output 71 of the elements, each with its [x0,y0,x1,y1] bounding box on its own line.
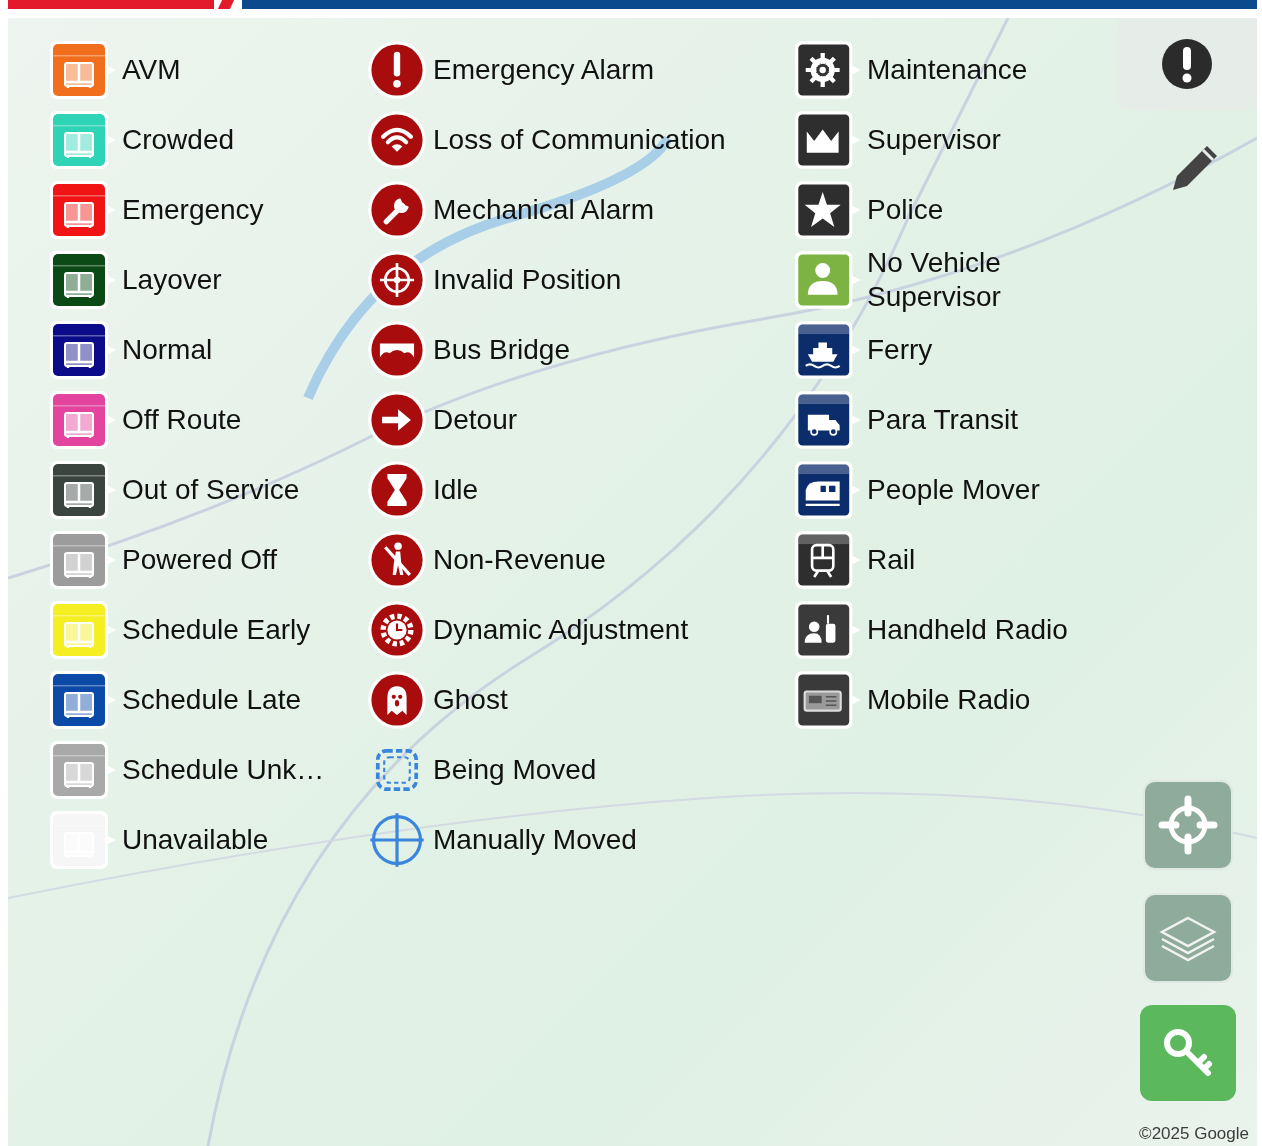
legend-label: Mechanical Alarm [433,193,654,227]
legend-label: Manually Moved [433,823,637,857]
bus-marker-icon [48,668,118,732]
legend-label: People Mover [867,473,1040,507]
legend-label: Being Moved [433,753,597,787]
legend-label: Para Transit [867,403,1018,437]
legend-label: Layover [122,263,222,297]
legend-label: Dynamic Adjustment [433,613,689,647]
walker-icon [365,528,429,592]
crosshair-icon [365,248,429,312]
ghost-icon [365,668,429,732]
header-stripe-accent [217,0,235,9]
legend-label: Bus Bridge [433,333,570,367]
map-placeholder[interactable] [8,18,1257,1146]
legend-label: Out of Service [122,473,300,507]
alert-button[interactable] [1117,18,1257,110]
legend-label: Mobile Radio [867,683,1031,717]
legend-label: Loss of Communication [433,123,726,157]
bus-marker-icon [48,108,118,172]
bus-marker-icon [48,318,118,382]
legend-label: Detour [433,403,518,437]
bus-marker-icon [48,528,118,592]
bus-marker-icon [48,598,118,662]
legend-label: Invalid Position [433,263,622,297]
crosshair-icon [1156,793,1220,857]
legend-label: No Vehicle Supervisor [867,246,1002,314]
legend-label: Ghost [433,683,508,717]
bus-marker-icon [48,738,118,802]
legend-label: Powered Off [122,543,278,577]
legend-label: Rail [867,543,916,577]
legend-label: Unavailable [122,823,269,857]
wifi-icon [365,108,429,172]
legend-label: Normal [122,333,213,367]
handheld-radio-icon [793,598,863,662]
map-attribution: ©2025 Google [1139,1124,1249,1144]
legend-label: Emergency [122,193,264,227]
bus-marker-icon [48,248,118,312]
legend-label: AVM [122,53,181,87]
star-icon [793,178,863,242]
legend-label: Crowded [122,123,235,157]
legend-label: Supervisor [867,123,1001,157]
legend-label: Police [867,193,944,227]
bus-marker-icon [48,458,118,522]
ferry-icon [793,318,863,382]
crown-icon [793,108,863,172]
hourglass-icon [365,458,429,522]
radio-icon [793,668,863,732]
train-icon [793,528,863,592]
bridge-icon [365,318,429,382]
legend-label: Non-Revenue [433,543,606,577]
legend-label: Off Route [122,403,242,437]
wrench-icon [365,178,429,242]
van-icon [793,388,863,452]
legend-label: Maintenance [867,53,1028,87]
gear-clock-icon [365,598,429,662]
exclamation-icon [365,38,429,102]
bus-marker-icon [48,178,118,242]
legend-label: Ferry [867,333,933,367]
legend-label: Schedule Early [122,613,311,647]
legend-label: Emergency Alarm [433,53,654,87]
bus-marker-icon [48,388,118,452]
tram-icon [793,458,863,522]
legend-label: Schedule Unk… [122,753,325,787]
person-icon [793,248,863,312]
exclamation-icon [1161,38,1213,90]
legend-label: Handheld Radio [867,613,1068,647]
gear-icon [793,38,863,102]
legend-label: Idle [433,473,479,507]
bus-marker-icon [48,808,118,872]
bus-marker-icon [48,38,118,102]
legend-label: Schedule Late [122,683,302,717]
